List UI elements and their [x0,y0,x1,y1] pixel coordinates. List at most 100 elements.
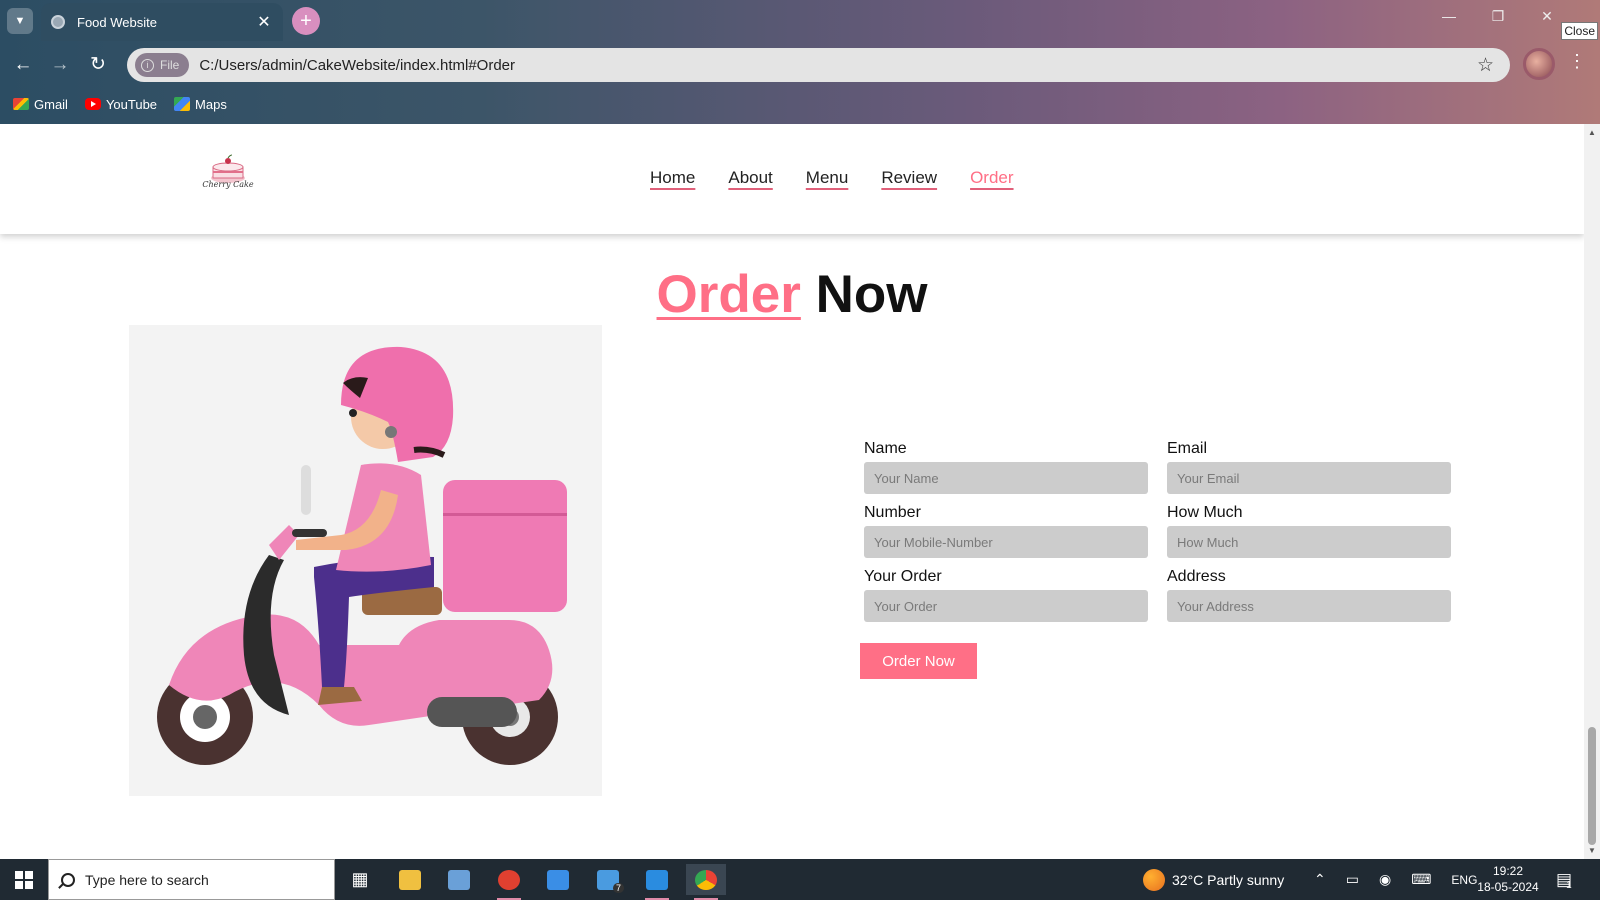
notification-center-button[interactable]: ▤ 1 [1556,859,1572,900]
plus-icon: + [300,9,312,32]
more-menu-icon[interactable]: ⋮ [1567,51,1587,72]
delivery-illustration [129,325,602,796]
bookmarks-bar: Gmail YouTube Maps [0,92,1600,116]
your-order-input[interactable] [864,590,1148,622]
name-input[interactable] [864,462,1148,494]
scroll-up-icon[interactable]: ▲ [1587,128,1597,137]
browser-toolbar: ← → ↻ i File C:/Users/admin/CakeWebsite/… [0,43,1600,85]
page-viewport: Cherry Cake Home About Menu Review Order… [0,124,1600,859]
mail-icon[interactable]: 7 [588,864,628,895]
email-input[interactable] [1167,462,1451,494]
new-tab-button[interactable]: + [292,7,320,35]
order-form: Name Email Number How Much Your Order Ad… [860,440,1451,679]
how-much-label: How Much [1167,504,1243,521]
nav-link-menu[interactable]: Menu [806,168,849,188]
wps-office-icon[interactable] [489,864,529,900]
maps-icon [174,97,191,111]
search-placeholder: Type here to search [85,871,209,888]
chevron-up-icon[interactable]: ⌃ [1314,871,1326,888]
photos-app-icon[interactable] [439,864,479,895]
scooter-rider-illustration [157,346,567,765]
nav-link-review[interactable]: Review [881,168,937,188]
network-globe-icon[interactable]: ◉ [1379,871,1391,888]
window-close-button[interactable]: ✕ [1532,8,1562,25]
site-info-chip[interactable]: i File [135,53,190,77]
scroll-down-icon[interactable]: ▼ [1587,846,1597,855]
number-input[interactable] [864,526,1148,558]
chrome-icon[interactable] [686,864,726,900]
minimize-button[interactable]: — [1434,8,1464,24]
address-bar[interactable]: i File C:/Users/admin/CakeWebsite/index.… [127,48,1510,82]
restore-button[interactable]: ❐ [1483,8,1513,25]
order-now-button[interactable]: Order Now [860,643,977,679]
browser-chrome: ▼ Food Website ✕ + — ❐ ✕ Close ← → ↻ i F… [0,0,1600,124]
tab-title: Food Website [77,14,157,30]
scrollbar-thumb[interactable] [1588,727,1596,845]
bookmark-youtube[interactable]: YouTube [84,96,158,112]
close-icon[interactable]: ✕ [255,12,273,32]
notification-count: 1 [1566,880,1572,891]
close-tooltip: Close [1561,22,1598,40]
forward-button[interactable]: → [47,52,73,78]
taskbar-search[interactable]: Type here to search [48,859,335,900]
arrow-right-icon: → [50,54,70,75]
scheme-label: File [160,58,180,72]
bookmark-label: YouTube [105,96,158,112]
url-text[interactable]: C:/Users/admin/CakeWebsite/index.html#Or… [199,57,1477,74]
page-scrollbar[interactable]: ▲ ▼ [1584,124,1600,859]
vscode-icon[interactable] [637,864,677,900]
number-field-group: Number [864,504,1148,558]
weather-icon [1143,868,1165,891]
weather-text: 32°C Partly sunny [1172,871,1285,888]
youtube-icon [84,98,101,110]
your-order-label: Your Order [864,568,942,585]
windows-icon [15,870,33,889]
reload-icon: ↻ [90,54,106,75]
bookmark-maps[interactable]: Maps [174,97,227,112]
main-nav: Home About Menu Review Order [650,168,1014,188]
bookmark-gmail[interactable]: Gmail [13,97,68,112]
logo-text: Cherry Cake [202,180,254,189]
info-icon: i [141,58,154,72]
windows-taskbar: Type here to search ▦ 7 32°C Partly sunn… [0,859,1600,900]
globe-icon [51,15,65,29]
browser-tab[interactable]: Food Website ✕ [41,3,283,41]
bookmark-label: Maps [195,96,227,112]
nav-link-about[interactable]: About [728,168,772,188]
search-icon [61,872,75,887]
store-icon[interactable] [538,864,578,895]
address-label: Address [1167,568,1226,585]
site-logo[interactable]: Cherry Cake [199,154,257,200]
tab-strip: ▼ Food Website ✕ + — ❐ ✕ Close [0,0,1600,41]
weather-widget[interactable]: 32°C Partly sunny [1143,859,1284,900]
site-header: Cherry Cake Home About Menu Review Order [0,124,1584,234]
back-button[interactable]: ← [10,52,36,78]
email-label: Email [1167,440,1208,457]
how-much-field-group: How Much [1167,504,1451,558]
task-view-icon[interactable]: ▦ [340,864,380,895]
profile-avatar[interactable] [1523,48,1555,80]
reload-button[interactable]: ↻ [85,52,111,78]
how-much-input[interactable] [1167,526,1451,558]
nav-link-order[interactable]: Order [970,168,1013,188]
nav-link-home[interactable]: Home [650,168,695,188]
email-field-group: Email [1167,440,1451,494]
bookmark-star-icon[interactable]: ☆ [1477,54,1494,77]
file-explorer-icon[interactable] [390,864,430,895]
address-input[interactable] [1167,590,1451,622]
start-button[interactable] [0,859,48,900]
clock-date: 18-05-2024 [1477,880,1539,894]
bookmark-label: Gmail [34,96,68,112]
tab-search-button[interactable]: ▼ [7,8,33,34]
cake-logo-icon [211,154,245,183]
heading-accent: Order [656,265,801,324]
address-field-group: Address [1167,568,1451,622]
your-order-field-group: Your Order [864,568,1148,622]
keyboard-icon[interactable]: ⌨ [1411,871,1431,888]
name-label: Name [864,440,907,457]
mail-badge: 7 [612,883,624,893]
clock-time: 19:22 [1492,864,1524,878]
arrow-left-icon: ← [13,54,33,75]
battery-icon[interactable]: ▭ [1346,871,1359,888]
taskbar-clock[interactable]: 19:22 18-05-2024 [1470,863,1546,895]
